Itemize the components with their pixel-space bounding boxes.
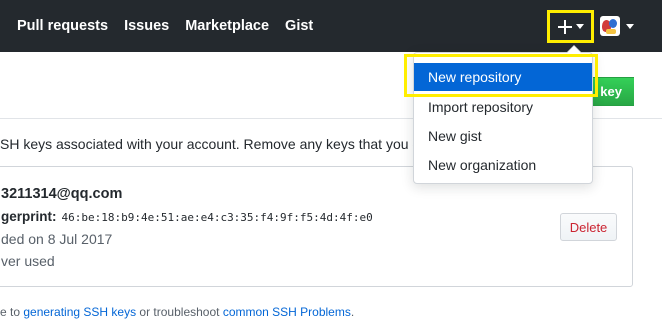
nav-marketplace[interactable]: Marketplace xyxy=(185,17,269,35)
key-last-used: ver used xyxy=(1,253,55,269)
ssh-keys-description: SH keys associated with your account. Re… xyxy=(0,136,428,152)
new-repository-highlight-box xyxy=(404,54,598,97)
key-added-date: ded on 8 Jul 2017 xyxy=(1,231,113,247)
generating-ssh-keys-link[interactable]: generating SSH keys xyxy=(23,305,136,319)
nav-issues[interactable]: Issues xyxy=(124,17,169,35)
avatar xyxy=(600,16,620,36)
plus-icon xyxy=(557,19,572,34)
nav-gist[interactable]: Gist xyxy=(285,17,313,35)
caret-down-icon xyxy=(626,23,634,29)
dropdown-new-gist[interactable]: New gist xyxy=(414,122,592,150)
delete-key-button[interactable]: Delete xyxy=(560,213,617,241)
dropdown-import-repository[interactable]: Import repository xyxy=(414,93,592,121)
main-nav: Pull requests Issues Marketplace Gist xyxy=(17,17,313,35)
nav-pull-requests[interactable]: Pull requests xyxy=(17,17,108,35)
fingerprint-label: gerprint: xyxy=(1,209,57,224)
ssh-key-item: 3211314@qq.com gerprint: 46:be:18:b9:4e:… xyxy=(0,166,633,287)
create-new-button[interactable] xyxy=(550,13,591,40)
common-ssh-problems-link[interactable]: common SSH Problems xyxy=(223,305,351,319)
caret-down-icon xyxy=(575,24,584,29)
fingerprint-value: 46:be:18:b9:4e:51:ae:e4:c3:35:f4:9f:f5:4… xyxy=(61,211,373,224)
user-menu[interactable] xyxy=(600,16,634,36)
ssh-help-text: e to generating SSH keys or troubleshoot… xyxy=(0,305,355,319)
key-fingerprint: gerprint: 46:be:18:b9:4e:51:ae:e4:c3:35:… xyxy=(1,209,373,224)
dropdown-new-organization[interactable]: New organization xyxy=(414,151,592,179)
key-title: 3211314@qq.com xyxy=(1,186,123,202)
top-header: Pull requests Issues Marketplace Gist xyxy=(0,0,662,52)
